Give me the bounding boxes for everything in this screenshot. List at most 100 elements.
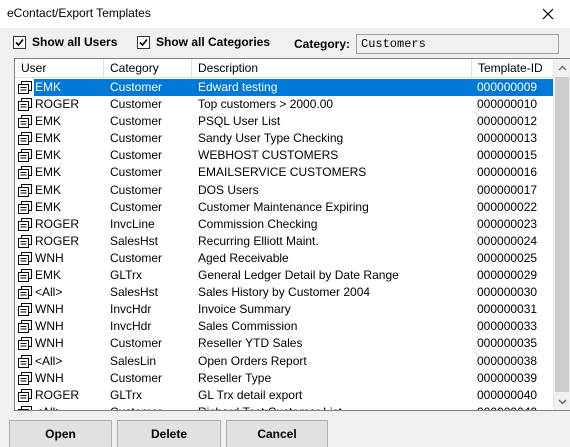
cell-template-id: 000000031 (477, 302, 538, 317)
table-row[interactable]: ROGER Customer Top customers > 2000.00 0000… (15, 96, 555, 113)
cell-description: Sales Commission (198, 319, 298, 334)
cell-description: WEBHOST CUSTOMERS (198, 148, 339, 163)
cell-description: Reseller Type (198, 370, 272, 385)
show-all-categories-label[interactable]: Show all Categories (156, 35, 270, 49)
cell-category: Customer (110, 199, 163, 214)
show-all-categories-checkbox[interactable] (137, 36, 150, 49)
cell-description: Customer Maintenance Expiring (198, 199, 369, 214)
template-icon (18, 405, 33, 410)
cell-category: GLTrx (110, 268, 142, 283)
cell-user: WNH (35, 302, 64, 317)
cell-description: EMAILSERVICE CUSTOMERS (198, 165, 367, 180)
table-row[interactable]: EMK Customer Customer Maintenance Expiring… (15, 199, 555, 216)
table-row[interactable]: EMK Customer EMAILSERVICE CUSTOMERS 0000000… (15, 164, 555, 181)
cell-category: Customer (110, 97, 163, 112)
table-row[interactable]: ROGER GLTrx GL Trx detail export 000000040 (15, 387, 555, 404)
template-icon (18, 286, 33, 300)
scroll-down-button[interactable] (554, 393, 570, 410)
cell-description: Reseller YTD Sales (198, 336, 303, 351)
table-row[interactable]: EMK Customer WEBHOST CUSTOMERS 000000015 (15, 147, 555, 164)
cell-template-id: 000000039 (477, 370, 538, 385)
table-row[interactable]: EMK Customer DOS Users 000000017 (15, 182, 555, 199)
table-row[interactable]: ROGER InvcLine Commission Checking 00000002… (15, 216, 555, 233)
cell-template-id: 000000009 (477, 80, 538, 94)
cell-template-id: 000000023 (477, 216, 538, 231)
cell-user: EMK (35, 199, 62, 214)
cell-category: Customer (110, 250, 163, 265)
cell-user: WNH (35, 336, 64, 351)
cell-user: <All> (35, 285, 63, 300)
vertical-scrollbar[interactable] (553, 59, 570, 410)
cell-user: <All> (35, 404, 117, 410)
cell-user: EMK (35, 131, 62, 146)
cell-user: EMK (35, 165, 62, 180)
show-all-users-checkbox[interactable] (13, 36, 26, 49)
cell-category: Customer (110, 148, 163, 163)
cell-template-id: 000000030 (477, 285, 538, 300)
show-all-users-label[interactable]: Show all Users (32, 35, 117, 49)
cancel-button[interactable]: Cancel (226, 420, 328, 447)
table-row[interactable]: <All>CustomerRichard Test Customer List 0… (15, 404, 555, 410)
cell-description: Sandy User Type Checking (198, 131, 344, 146)
table-row[interactable]: WNH InvcHdr Sales Commission 000000033 (15, 318, 555, 335)
list-rows: EMK Customer Edward testing 000000009 ROGER C… (15, 79, 555, 410)
table-row[interactable]: EMK Customer PSQL User List 000000012 (15, 113, 555, 130)
cell-category: Customer (110, 336, 163, 351)
cell-template-id: 000000013 (477, 131, 538, 146)
cell-user: WNH (35, 370, 64, 385)
cell-description: Commission Checking (198, 216, 318, 231)
cell-description: Aged Receivable (198, 250, 289, 265)
table-row[interactable]: WNH InvcHdr Invoice Summary 000000031 (15, 301, 555, 318)
table-row[interactable]: EMK GLTrx General Ledger Detail by Date Ra… (15, 267, 555, 284)
delete-button[interactable]: Delete (117, 420, 221, 447)
template-icon (18, 388, 33, 402)
cell-template-id: 000000035 (477, 336, 538, 351)
open-button[interactable]: Open (9, 420, 112, 447)
column-header-user[interactable]: User (15, 59, 104, 78)
table-row[interactable]: <All> SalesHst Sales History by Customer 2… (15, 284, 555, 301)
template-icon (18, 183, 33, 197)
cell-user: WNH (35, 319, 64, 334)
template-icon (18, 303, 33, 317)
table-row[interactable]: EMK Customer Edward testing 000000009 (15, 79, 555, 96)
table-row[interactable]: WNH Customer Reseller YTD Sales 000000035 (15, 335, 555, 352)
cell-template-id: 000000042 (477, 404, 552, 410)
template-icon (18, 115, 33, 129)
cell-category: InvcHdr (110, 319, 152, 334)
cell-category: SalesHst (110, 233, 159, 248)
column-header-template-id[interactable]: Template-ID (472, 59, 555, 78)
cell-description: General Ledger Detail by Date Range (198, 268, 399, 283)
cell-template-id: 000000017 (477, 182, 538, 197)
table-row[interactable]: <All> SalesLin Open Orders Report 000000038 (15, 353, 555, 370)
table-row[interactable]: EMK Customer Sandy User Type Checking 00000… (15, 130, 555, 147)
window-title: eContact/Export Templates (7, 6, 151, 20)
cell-description: Richard Test Customer List (198, 404, 473, 410)
column-header-category[interactable]: Category (104, 59, 192, 78)
button-bar: Open Delete Cancel (0, 416, 570, 447)
cell-category: Customer (110, 131, 163, 146)
column-header-description[interactable]: Description (192, 59, 472, 78)
close-button[interactable] (526, 0, 570, 28)
template-icon (18, 200, 33, 214)
cell-user: EMK (35, 148, 62, 163)
cell-category: InvcLine (110, 216, 155, 231)
cell-user: EMK (35, 80, 62, 94)
scroll-thumb[interactable] (555, 77, 569, 392)
table-row[interactable]: WNH Customer Reseller Type 000000039 (15, 370, 555, 387)
chevron-up-icon (558, 65, 566, 70)
template-icon (18, 149, 33, 163)
cell-template-id: 000000029 (477, 268, 538, 283)
scroll-up-button[interactable] (554, 59, 570, 76)
cell-description: Open Orders Report (198, 353, 307, 368)
cell-user: WNH (35, 250, 64, 265)
cell-description: Invoice Summary (198, 302, 291, 317)
table-row[interactable]: WNH Customer Aged Receivable 000000025 (15, 250, 555, 267)
template-icon (18, 269, 33, 283)
table-row[interactable]: ROGER SalesHst Recurring Elliott Maint. 000… (15, 233, 555, 250)
cell-description: GL Trx detail export (198, 387, 303, 402)
cell-template-id: 000000038 (477, 353, 538, 368)
template-icon (18, 320, 33, 334)
cell-template-id: 000000015 (477, 148, 538, 163)
cell-template-id: 000000012 (477, 114, 538, 129)
templates-list[interactable]: User Category Description Template-ID EM… (14, 58, 570, 411)
